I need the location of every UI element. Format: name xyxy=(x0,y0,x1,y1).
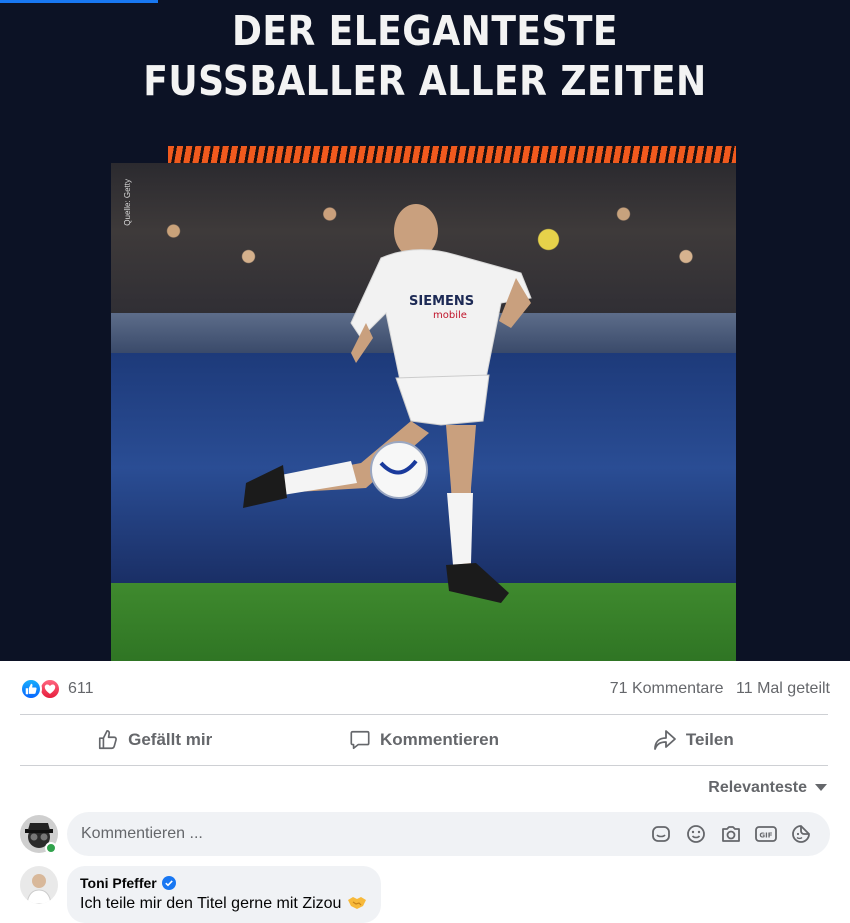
comment-button-label: Kommentieren xyxy=(379,730,499,749)
like-icon xyxy=(20,678,42,700)
share-button[interactable]: Teilen xyxy=(559,716,828,764)
divider xyxy=(20,765,828,766)
decorative-band xyxy=(168,146,736,164)
engagement-stats: 71 Kommentare 11 Mal geteilt xyxy=(610,680,830,698)
headline-line-2: FUSSBALLER ALLER ZEITEN xyxy=(143,57,707,105)
gif-icon[interactable]: GIF xyxy=(748,825,783,843)
comment-text: Ich teile mir den Titel gerne mit Zizou xyxy=(80,895,342,912)
loading-bar xyxy=(0,0,158,3)
divider xyxy=(20,714,828,715)
post-image[interactable]: DER ELEGANTESTE FUSSBALLER ALLER ZEITEN xyxy=(0,0,850,661)
headline-line-1: DER ELEGANTESTE xyxy=(231,7,619,55)
comment-input[interactable] xyxy=(81,825,441,843)
thumbs-up-icon xyxy=(99,730,118,750)
comment-composer: GIF xyxy=(20,812,830,856)
chevron-down-icon xyxy=(815,784,827,791)
commenter-avatar[interactable] xyxy=(20,866,58,904)
sticker-icon[interactable] xyxy=(643,824,678,844)
online-status-dot xyxy=(45,842,57,854)
jersey-sponsor-sub: mobile xyxy=(433,310,467,321)
emoji-icon[interactable] xyxy=(678,824,713,844)
comments-count-link[interactable]: 71 Kommentare xyxy=(610,680,724,697)
jersey-sponsor: SIEMENS xyxy=(409,294,474,309)
like-button-label: Gefällt mir xyxy=(128,730,213,749)
post-actions: Gefällt mir Kommentieren Teilen xyxy=(20,716,828,764)
verified-badge-icon xyxy=(161,876,176,890)
reactions-summary: 611 71 Kommentare 11 Mal geteilt xyxy=(20,676,830,702)
sort-label: Relevanteste xyxy=(708,779,807,796)
handshake-icon xyxy=(347,894,367,915)
photo-credit: Quelle: Getty xyxy=(123,179,132,226)
reaction-count[interactable]: 611 xyxy=(68,680,94,698)
comment-bubble: Toni Pfeffer Ich teile mir den Titel ger… xyxy=(67,866,382,923)
svg-text:GIF: GIF xyxy=(759,832,772,840)
post-headline: DER ELEGANTESTE FUSSBALLER ALLER ZEITEN xyxy=(51,6,799,106)
comment-sort-dropdown[interactable]: Relevanteste xyxy=(708,779,827,797)
comment-input-box[interactable]: GIF xyxy=(67,812,830,856)
comment-author[interactable]: Toni Pfeffer xyxy=(80,875,157,891)
camera-icon[interactable] xyxy=(713,824,748,844)
comment-author-row: Toni Pfeffer xyxy=(80,875,367,891)
comment-text-row: Ich teile mir den Titel gerne mit Zizou xyxy=(80,894,367,915)
share-arrow-icon xyxy=(653,730,676,750)
comment-button[interactable]: Kommentieren xyxy=(289,716,558,764)
shares-count-link[interactable]: 11 Mal geteilt xyxy=(736,680,830,697)
composer-tools: GIF xyxy=(643,824,818,844)
share-button-label: Teilen xyxy=(685,730,734,749)
like-button[interactable]: Gefällt mir xyxy=(20,716,289,764)
comment-item: Toni Pfeffer Ich teile mir den Titel ger… xyxy=(20,866,440,923)
reaction-count-group[interactable]: 611 xyxy=(20,678,94,700)
comment-icon xyxy=(350,730,370,750)
avatar-sticker-icon[interactable] xyxy=(783,824,818,844)
love-icon xyxy=(39,678,61,700)
player-photo: SIEMENS mobile Quelle: Getty xyxy=(111,163,736,661)
player-figure: SIEMENS mobile xyxy=(243,204,532,603)
